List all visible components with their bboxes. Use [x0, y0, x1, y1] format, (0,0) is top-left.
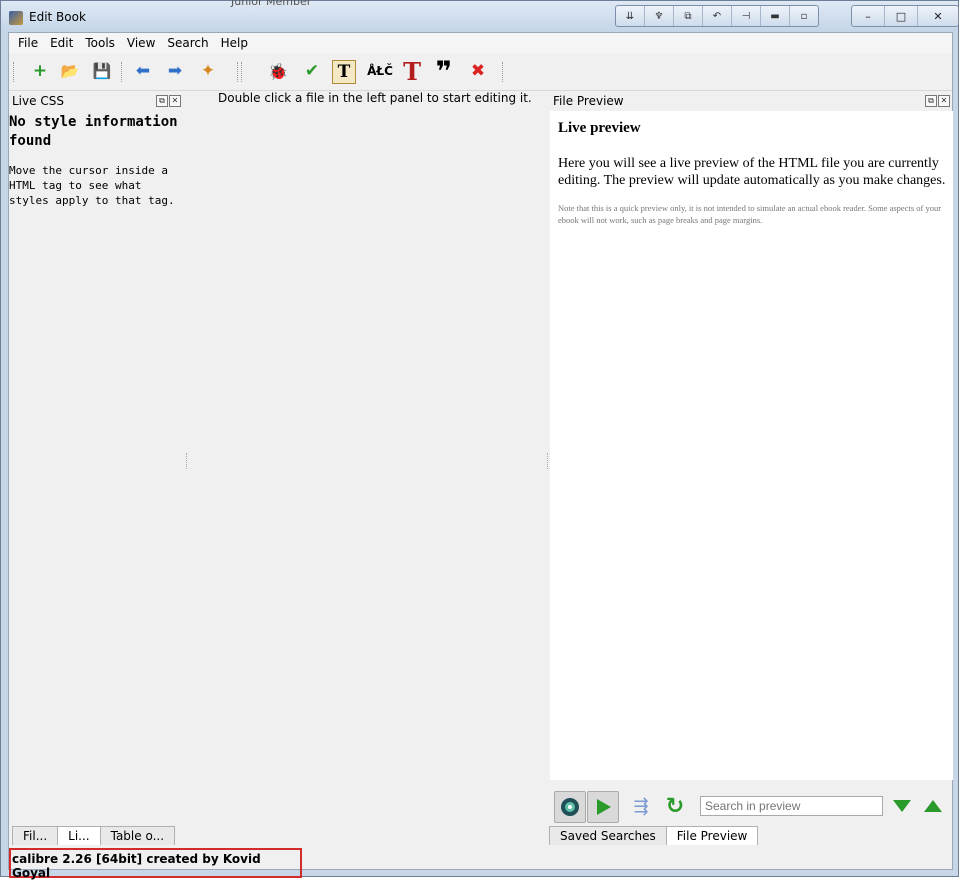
- menu-file[interactable]: File: [9, 36, 44, 50]
- window-title: Edit Book: [29, 10, 86, 24]
- right-dock-tabs: Saved Searches File Preview: [549, 826, 759, 846]
- chevron-down-icon[interactable]: ⇊: [616, 6, 645, 26]
- quotes-icon[interactable]: ❞: [431, 55, 457, 88]
- editor-hint: Double click a file in the left panel to…: [218, 91, 532, 105]
- toolbar-handle[interactable]: [13, 62, 16, 82]
- toolbar-handle-2[interactable]: [237, 62, 240, 82]
- main-toolbar: + 📂 💾 ⬅ ➡ ✦ 🐞 ✔ T ÅŁČ T ❞ ✖: [9, 54, 952, 91]
- auto-reload-play-icon[interactable]: [587, 791, 619, 823]
- toolbar-handle-4[interactable]: [502, 62, 505, 82]
- find-next-down-icon[interactable]: [887, 791, 917, 821]
- file-preview-title: File Preview: [553, 94, 624, 108]
- sync-icon[interactable]: [554, 791, 586, 823]
- tab-saved-searches[interactable]: Saved Searches: [549, 826, 667, 846]
- check-book-bug-icon[interactable]: 🐞: [265, 58, 291, 84]
- smarten-punctuation-icon[interactable]: T: [399, 57, 425, 86]
- float-icon[interactable]: ⧉: [156, 95, 168, 107]
- menu-edit[interactable]: Edit: [44, 36, 79, 50]
- spell-check-icon[interactable]: ✔: [299, 58, 325, 84]
- insert-tag-icon[interactable]: T: [332, 60, 356, 84]
- toolbar-handle-3: [241, 62, 244, 82]
- dock-icon[interactable]: ⊣: [732, 6, 761, 26]
- live-css-message: Move the cursor inside a HTML tag to see…: [9, 164, 175, 207]
- open-book-icon[interactable]: 📂: [57, 58, 83, 84]
- undo-icon[interactable]: ↶: [703, 6, 732, 26]
- insert-character-icon[interactable]: ÅŁČ: [365, 58, 395, 84]
- status-bar: calibre 2.26 [64bit] created by Kovid Go…: [9, 845, 952, 880]
- close-icon[interactable]: ✕: [938, 95, 950, 107]
- menu-help[interactable]: Help: [215, 36, 254, 50]
- left-dock-tabs: Fil... Li... Table o...: [12, 826, 176, 846]
- menu-search[interactable]: Search: [161, 36, 214, 50]
- close-icon[interactable]: ✕: [169, 95, 181, 107]
- checkpoint-icon[interactable]: ✦: [195, 58, 221, 84]
- dot-icon[interactable]: ▫: [790, 6, 818, 26]
- title-toolbar: ⇊ ♆ ⧉ ↶ ⊣ ▬ ▫: [615, 5, 819, 27]
- new-file-icon[interactable]: +: [27, 58, 53, 84]
- pin-icon[interactable]: ♆: [645, 6, 674, 26]
- live-css-dock-buttons: ⧉ ✕: [156, 95, 181, 107]
- main-window: Junior Member Edit Book ⇊ ♆ ⧉ ↶ ⊣ ▬ ▫ – …: [0, 0, 959, 880]
- refresh-icon[interactable]: ↻: [660, 791, 690, 821]
- live-preview-pane[interactable]: Live preview Here you will see a live pr…: [550, 111, 953, 780]
- forward-arrow-icon[interactable]: ➡: [162, 58, 188, 84]
- menu-bar: File Edit Tools View Search Help: [9, 33, 952, 53]
- split-mode-icon[interactable]: ⇶: [626, 791, 656, 821]
- tab-file-preview[interactable]: File Preview: [665, 826, 759, 846]
- restore-icon[interactable]: ⧉: [674, 6, 703, 26]
- menu-tools[interactable]: Tools: [79, 36, 121, 50]
- tab-table-of-contents[interactable]: Table o...: [99, 826, 176, 846]
- status-message: calibre 2.26 [64bit] created by Kovid Go…: [9, 848, 302, 880]
- client-area: File Edit Tools View Search Help + 📂 💾 ⬅…: [8, 32, 953, 880]
- live-css-dock-header: Live CSS ⧉ ✕: [9, 92, 184, 110]
- title-bar: Junior Member Edit Book ⇊ ♆ ⧉ ↶ ⊣ ▬ ▫ – …: [1, 0, 959, 33]
- maximize-button[interactable]: □: [885, 6, 918, 26]
- live-css-title: Live CSS: [12, 94, 64, 108]
- float-icon[interactable]: ⧉: [925, 95, 937, 107]
- back-arrow-icon[interactable]: ⬅: [130, 58, 156, 84]
- preview-toolbar: ⇶ ↻: [550, 788, 953, 824]
- toolbar-separator: [121, 62, 124, 82]
- menu-view[interactable]: View: [121, 36, 161, 50]
- close-button[interactable]: ✕: [918, 6, 958, 26]
- tab-files[interactable]: Fil...: [12, 826, 59, 846]
- file-preview-dock-buttons: ⧉ ✕: [925, 95, 950, 107]
- preview-paragraph: Here you will see a live preview of the …: [558, 156, 946, 188]
- background-window-text: Junior Member: [231, 0, 312, 8]
- minus-icon[interactable]: ▬: [761, 6, 790, 26]
- window-controls: – □ ✕: [851, 5, 959, 27]
- tab-live-css[interactable]: Li...: [57, 826, 101, 846]
- preview-heading: Live preview: [558, 120, 641, 136]
- live-css-heading: No style information found: [9, 114, 178, 149]
- splitter-handle-left[interactable]: [186, 453, 189, 469]
- preview-note: Note that this is a quick preview only, …: [558, 203, 942, 225]
- save-icon[interactable]: 💾: [89, 58, 115, 84]
- live-css-panel: No style information found Move the curs…: [9, 110, 186, 826]
- find-previous-up-icon[interactable]: [918, 791, 948, 821]
- file-preview-dock-header: File Preview ⧉ ✕: [550, 92, 953, 110]
- calibre-app-icon: [9, 11, 23, 25]
- remove-unused-css-icon[interactable]: ✖: [465, 58, 491, 84]
- minimize-button[interactable]: –: [852, 6, 885, 26]
- search-in-preview-input[interactable]: [700, 796, 883, 816]
